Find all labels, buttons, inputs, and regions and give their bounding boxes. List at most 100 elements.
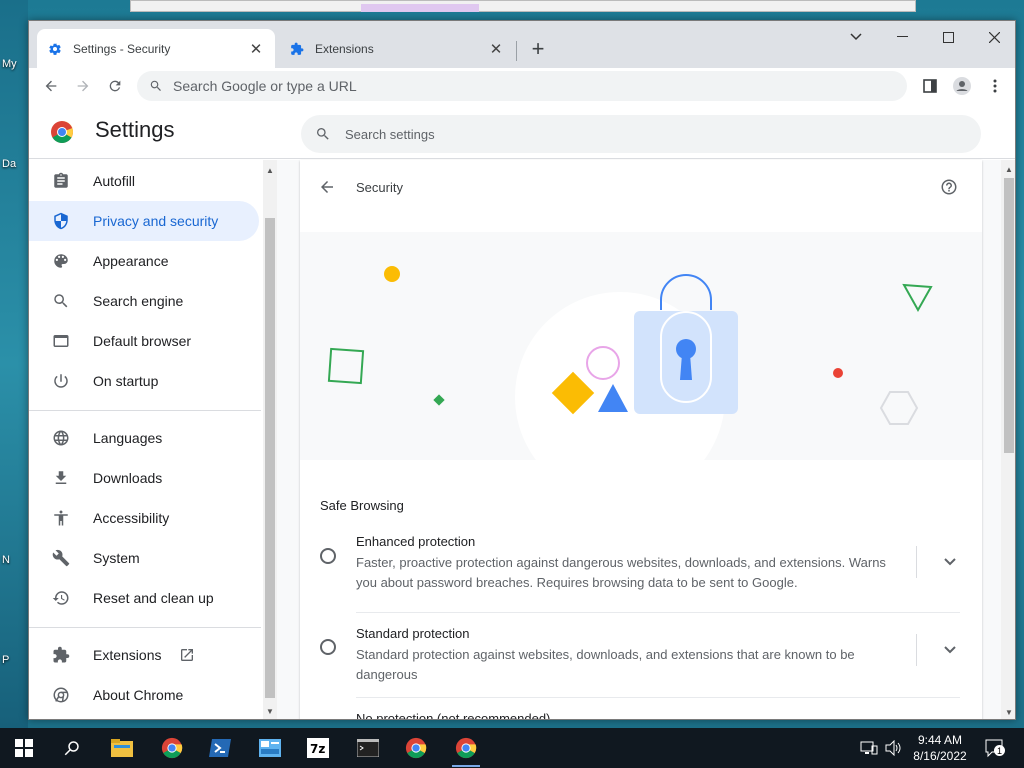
maximize-button[interactable] xyxy=(925,25,971,49)
option-separator xyxy=(916,546,917,578)
omnibox-placeholder: Search Google or type a URL xyxy=(173,78,357,94)
sidebar-item-label: Languages xyxy=(93,430,163,446)
sidebar-item-languages[interactable]: Languages xyxy=(29,418,259,458)
sidebar-item-on-startup[interactable]: On startup xyxy=(29,361,259,401)
search-icon[interactable] xyxy=(52,732,92,764)
settings-main: Security Safe Browsing Enhanced protecti… xyxy=(277,160,1015,719)
tab-settings-security[interactable]: Settings - Security ✕ xyxy=(37,29,275,68)
close-window-button[interactable] xyxy=(971,25,1015,49)
notification-center-icon[interactable]: 1 xyxy=(984,728,1006,768)
scrollbar-thumb[interactable] xyxy=(1004,178,1014,453)
sidebar-item-extensions[interactable]: Extensions xyxy=(29,635,259,675)
standard-protection-radio[interactable] xyxy=(320,639,336,655)
search-settings-input[interactable]: Search settings xyxy=(301,115,981,153)
chrome-taskbar-icon-active[interactable] xyxy=(446,732,486,767)
scroll-up-icon[interactable]: ▲ xyxy=(263,164,277,176)
help-icon[interactable] xyxy=(940,178,960,198)
option-separator xyxy=(916,634,917,666)
palette-icon xyxy=(51,251,71,271)
shield-icon xyxy=(51,211,71,231)
desktop-icon-label[interactable]: N xyxy=(2,554,10,566)
option-description: Faster, proactive protection against dan… xyxy=(356,555,886,590)
sidebar-item-autofill[interactable]: Autofill xyxy=(29,161,259,201)
sidebar-item-about-chrome[interactable]: About Chrome xyxy=(29,675,259,715)
chevron-down-icon[interactable] xyxy=(940,640,960,660)
close-tab-icon[interactable]: ✕ xyxy=(487,40,505,58)
menu-kebab-icon[interactable] xyxy=(979,70,1011,102)
sidebar-item-appearance[interactable]: Appearance xyxy=(29,241,259,281)
sidebar-item-privacy-and-security[interactable]: Privacy and security xyxy=(29,201,259,241)
clipboard-icon xyxy=(51,171,71,191)
tab-label: Settings - Security xyxy=(73,41,171,56)
new-tab-button[interactable]: + xyxy=(526,36,550,61)
enhanced-protection-option[interactable]: Enhanced protection Faster, proactive pr… xyxy=(320,534,960,598)
card-header: Security xyxy=(300,160,982,220)
powershell-icon[interactable] xyxy=(200,732,240,764)
tab-separator xyxy=(516,41,517,61)
reload-button[interactable] xyxy=(99,70,131,102)
sidebar-scrollbar[interactable]: ▲ ▼ xyxy=(263,160,277,719)
scroll-up-icon[interactable]: ▲ xyxy=(1001,162,1015,176)
sidebar-divider xyxy=(29,627,261,628)
sidebar-item-label: About Chrome xyxy=(93,687,184,703)
chevron-down-icon[interactable] xyxy=(940,552,960,572)
chrome-taskbar-icon[interactable] xyxy=(152,732,192,764)
search-settings-placeholder: Search settings xyxy=(345,126,435,142)
power-icon xyxy=(51,371,71,391)
tab-extensions[interactable]: Extensions ✕ xyxy=(279,29,515,68)
profile-avatar-icon[interactable] xyxy=(946,70,978,102)
sidebar-item-downloads[interactable]: Downloads xyxy=(29,458,259,498)
option-description: Standard protection against websites, do… xyxy=(356,647,855,682)
sidebar-item-label: Appearance xyxy=(93,253,169,269)
background-window-tab xyxy=(361,4,479,12)
search-icon xyxy=(315,126,331,142)
side-panel-icon[interactable] xyxy=(914,70,946,102)
scroll-down-icon[interactable]: ▼ xyxy=(263,705,277,717)
control-panel-icon[interactable] xyxy=(250,732,290,764)
sidebar-item-accessibility[interactable]: Accessibility xyxy=(29,498,259,538)
safe-browsing-heading: Safe Browsing xyxy=(320,498,404,513)
settings-header: Settings Search settings xyxy=(29,104,1015,159)
start-button[interactable] xyxy=(4,732,44,764)
sidebar-item-reset-and-clean-up[interactable]: Reset and clean up xyxy=(29,578,259,618)
back-button[interactable] xyxy=(35,70,67,102)
gear-icon xyxy=(47,41,63,57)
accessibility-icon xyxy=(51,508,71,528)
desktop-icon-label[interactable]: My xyxy=(2,58,17,70)
chrome-icon xyxy=(51,685,71,705)
history-icon xyxy=(51,588,71,608)
search-icon xyxy=(51,291,71,311)
standard-protection-option[interactable]: Standard protection Standard protection … xyxy=(320,626,960,682)
download-icon xyxy=(51,468,71,488)
desktop-strip xyxy=(0,0,28,728)
clock-time: 9:44 AM xyxy=(917,733,963,747)
desktop-icon-label[interactable]: Da xyxy=(2,158,16,170)
minimize-button[interactable] xyxy=(879,25,925,49)
sidebar-item-system[interactable]: System xyxy=(29,538,259,578)
notification-count-badge: 1 xyxy=(994,745,1005,756)
scrollbar-thumb[interactable] xyxy=(265,218,275,698)
browser-window: Settings - Security ✕ Extensions ✕ + Sea… xyxy=(28,20,1016,720)
omnibox[interactable]: Search Google or type a URL xyxy=(137,71,907,101)
no-protection-option[interactable]: No protection (not recommended) xyxy=(320,711,960,719)
main-scrollbar[interactable]: ▲ ▼ xyxy=(1001,160,1015,719)
puzzle-icon xyxy=(51,645,71,665)
volume-icon[interactable] xyxy=(884,728,902,768)
desktop-icon-label[interactable]: P xyxy=(2,654,9,666)
taskbar-clock[interactable]: 9:44 AM 8/16/2022 xyxy=(906,732,974,764)
scroll-down-icon[interactable]: ▼ xyxy=(1001,705,1015,719)
close-tab-icon[interactable]: ✕ xyxy=(247,40,265,58)
forward-button[interactable] xyxy=(67,70,99,102)
tab-search-chevron-icon[interactable] xyxy=(833,25,879,49)
back-arrow-icon[interactable] xyxy=(318,178,338,198)
file-explorer-icon[interactable] xyxy=(102,732,142,764)
sidebar-item-search-engine[interactable]: Search engine xyxy=(29,281,259,321)
option-title: Enhanced protection xyxy=(356,534,476,549)
enhanced-protection-radio[interactable] xyxy=(320,548,336,564)
7zip-icon[interactable]: 7z xyxy=(298,732,338,764)
chrome-taskbar-icon[interactable] xyxy=(396,732,436,764)
network-icon[interactable] xyxy=(860,728,878,768)
command-prompt-icon[interactable] xyxy=(348,732,388,764)
background-window[interactable] xyxy=(130,0,916,12)
sidebar-item-default-browser[interactable]: Default browser xyxy=(29,321,259,361)
